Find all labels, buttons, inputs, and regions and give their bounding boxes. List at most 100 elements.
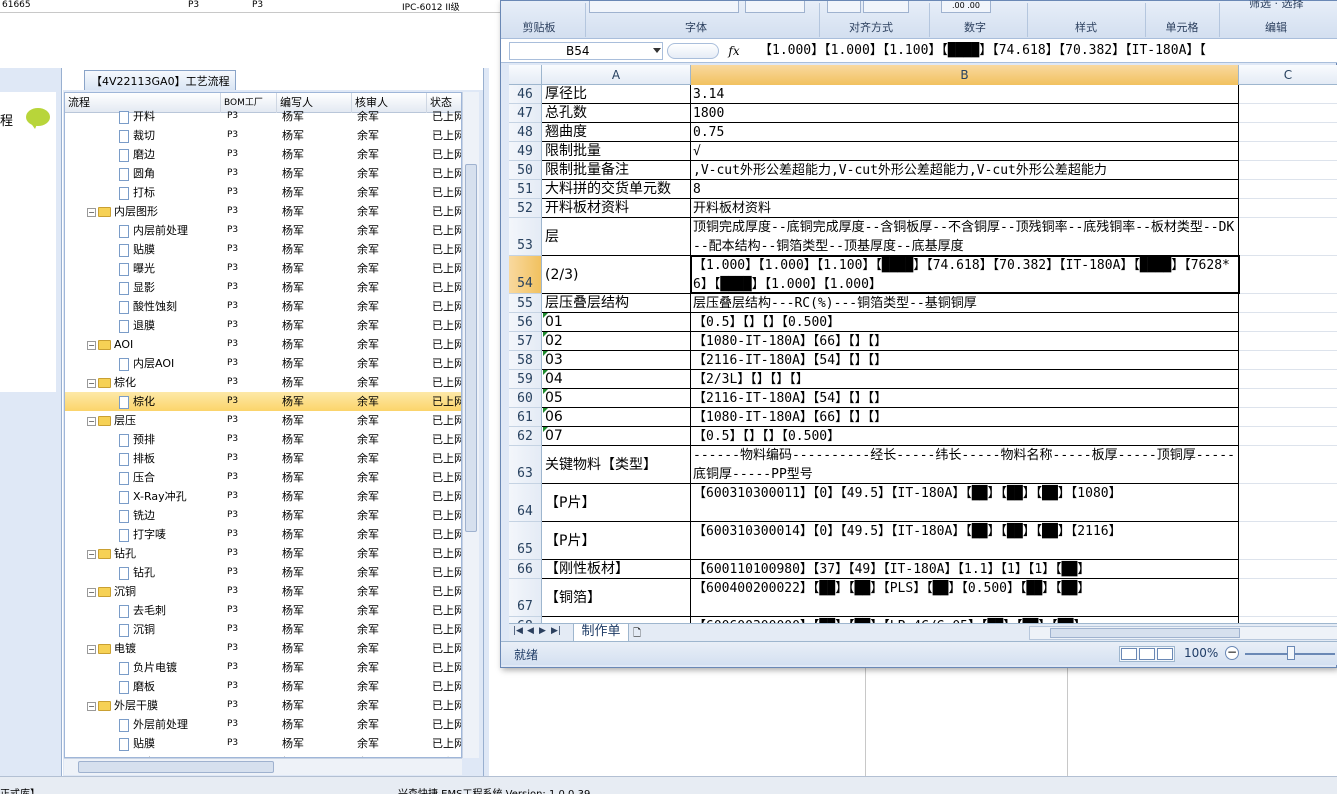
row-header[interactable]: 47 [509,104,542,123]
tree-row[interactable]: X-Ray冲孔 P3 杨军 余军 已上网 [65,487,461,506]
tree-row[interactable]: 裁切 P3 杨军 余军 已上网 [65,126,461,145]
cell-c[interactable] [1239,161,1337,180]
sheet-horizontal-scrollbar[interactable] [1029,626,1337,640]
cell-a[interactable]: 关键物料【类型】 [542,446,691,484]
collapse-icon[interactable]: − [87,701,96,711]
cell-b[interactable]: 1800 [691,104,1239,123]
cell-b[interactable]: 3.14 [691,85,1239,104]
tree-row[interactable]: 磨边 P3 杨军 余军 已上网 [65,145,461,164]
cell-b[interactable]: √ [691,142,1239,161]
collapse-icon[interactable]: − [87,587,96,597]
zoom-out-button[interactable]: − [1225,646,1239,660]
cell-b[interactable]: 层压叠层结构---RC(%)---铜箔类型--基铜铜厚 [691,294,1239,313]
tab-process-flow[interactable]: 【4V22113GA0】工艺流程 [84,70,236,90]
tree-row[interactable]: 圆角 P3 杨军 余军 已上网 [65,164,461,183]
tree-folder-row[interactable]: − AOI P3 杨军 余军 已上网 [65,335,461,354]
cell-a[interactable]: 开料板材资料 [542,199,691,218]
collapse-icon[interactable]: − [87,378,96,388]
row-header[interactable]: 55 [509,294,542,313]
cell-a[interactable]: 05 [542,389,691,408]
row-header[interactable]: 56 [509,313,542,332]
zoom-level[interactable]: 100% [1184,646,1218,660]
formula-input[interactable]: 【1.000】【1.000】【1.100】【████】【74.618】【70.3… [759,42,1334,60]
cell-b[interactable]: 【1080-IT-180A】【66】【】【】 [691,408,1239,427]
cell-a[interactable]: 【铜箔】 [542,579,691,617]
cell-a[interactable]: 07 [542,427,691,446]
row-header[interactable]: 64 [509,484,542,522]
cell-b[interactable]: 【600310300011】【0】【49.5】【IT-180A】【██】【██】… [691,484,1239,522]
insert-function-button[interactable]: fx [723,42,745,60]
prev-sheet-icon[interactable]: ◀ [527,626,534,636]
cell-b[interactable]: 【600400200022】【██】【██】【PLS】【██】【0.500】【█… [691,579,1239,617]
collapse-icon[interactable]: − [87,644,96,654]
font-color-controls[interactable] [745,1,805,13]
tree-folder-row[interactable]: − 外层干膜 P3 杨军 余军 已上网 [65,696,461,715]
cell-a[interactable]: 04 [542,370,691,389]
decimal-buttons[interactable]: .00 .00 [941,1,991,13]
cell-b[interactable]: 【1.000】【1.000】【1.100】【████】【74.618】【70.3… [691,256,1239,294]
cell-c[interactable] [1239,332,1337,351]
cell-c[interactable] [1239,218,1337,256]
sort-filter-select[interactable]: 筛选 · 选择 [1249,0,1304,11]
cell-b[interactable]: 【1080-IT-180A】【66】【】【】 [691,332,1239,351]
cell-c[interactable] [1239,389,1337,408]
tree-folder-row[interactable]: − 电镀 P3 杨军 余军 已上网 [65,639,461,658]
page-layout-icon[interactable] [1139,648,1155,660]
cell-c[interactable] [1239,522,1337,560]
last-sheet-icon[interactable]: ▶| [551,626,561,636]
cell-b[interactable]: 0.75 [691,123,1239,142]
tree-row[interactable]: 打字唛 P3 杨军 余军 已上网 [65,525,461,544]
cell-a[interactable]: 总孔数 [542,104,691,123]
row-header[interactable]: 61 [509,408,542,427]
tree-row[interactable]: 贴膜 P3 杨军 余军 已上网 [65,734,461,753]
row-header[interactable]: 54 [509,256,542,294]
cell-a[interactable]: 厚径比 [542,85,691,104]
row-header[interactable]: 59 [509,370,542,389]
tree-row[interactable]: 退膜 P3 杨军 余军 已上网 [65,316,461,335]
tree-horizontal-scrollbar[interactable] [64,758,462,775]
cell-b[interactable]: 【0.5】【】【】【0.500】 [691,427,1239,446]
row-header[interactable]: 49 [509,142,542,161]
row-header[interactable]: 57 [509,332,542,351]
tree-row[interactable]: 外层前处理 P3 杨军 余军 已上网 [65,715,461,734]
row-header[interactable]: 58 [509,351,542,370]
cell-a[interactable]: 层 [542,218,691,256]
tree-row[interactable]: 沉铜 P3 杨军 余军 已上网 [65,620,461,639]
row-header[interactable]: 65 [509,522,542,560]
zoom-slider-knob[interactable] [1287,646,1295,660]
column-header-a[interactable]: A [542,65,691,85]
cell-a[interactable]: 层压叠层结构 [542,294,691,313]
row-header[interactable]: 51 [509,180,542,199]
font-controls[interactable] [589,1,739,13]
tree-folder-row[interactable]: − 棕化 P3 杨军 余军 已上网 [65,373,461,392]
cell-a[interactable]: 01 [542,313,691,332]
cell-a[interactable]: 【刚性板材】 [542,560,691,579]
cell-c[interactable] [1239,408,1337,427]
cell-b[interactable]: ------物料编码----------经长-----纬长-----物料名称--… [691,446,1239,484]
cell-b[interactable]: 【2116-IT-180A】【54】【】【】 [691,351,1239,370]
tree-row[interactable]: 负片电镀 P3 杨军 余军 已上网 [65,658,461,677]
tree-row[interactable]: 打标 P3 杨军 余军 已上网 [65,183,461,202]
sheet-tab-active[interactable]: 制作单 [573,624,629,642]
chevron-down-icon[interactable] [653,48,661,53]
row-header[interactable]: 48 [509,123,542,142]
cell-a[interactable]: 06 [542,408,691,427]
collapse-icon[interactable]: − [87,416,96,426]
cell-c[interactable] [1239,427,1337,446]
cell-a[interactable]: 大料拼的交货单元数 [542,180,691,199]
cell-a[interactable]: 03 [542,351,691,370]
tree-row[interactable]: 显影 P3 杨军 余军 已上网 [65,278,461,297]
collapse-icon[interactable]: − [87,340,96,350]
formula-resize-handle[interactable] [667,43,719,59]
cell-a[interactable]: 【P片】 [542,522,691,560]
tree-row[interactable]: 铣边 P3 杨军 余军 已上网 [65,506,461,525]
cell-b[interactable]: 【0.5】【】【】【0.500】 [691,313,1239,332]
cell-c[interactable] [1239,579,1337,617]
tree-row[interactable]: 贴膜 P3 杨军 余军 已上网 [65,240,461,259]
row-header[interactable]: 46 [509,85,542,104]
tree-folder-row[interactable]: − 内层图形 P3 杨军 余军 已上网 [65,202,461,221]
row-header[interactable]: 53 [509,218,542,256]
tree-row[interactable]: 开料 P3 杨军 余军 已上网 [65,107,461,126]
cell-c[interactable] [1239,104,1337,123]
cell-c[interactable] [1239,560,1337,579]
